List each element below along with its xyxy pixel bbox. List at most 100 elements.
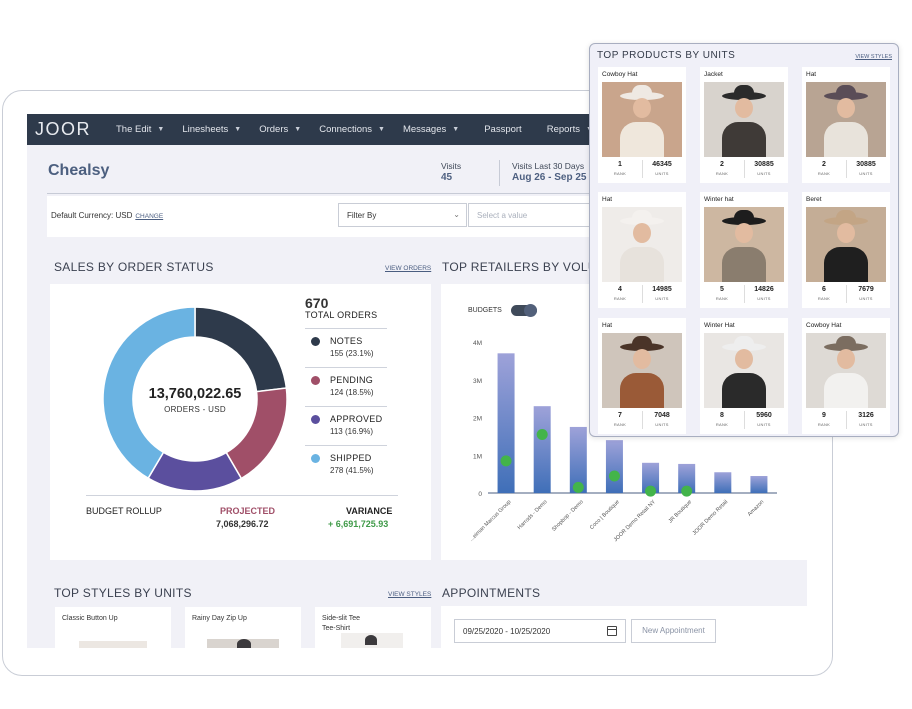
product-image (602, 82, 682, 157)
donut-slice-notes[interactable] (194, 306, 288, 393)
product-name: Cowboy Hat (602, 71, 638, 78)
legend-shipped-label: SHIPPED (330, 453, 372, 463)
product-rank: 1 (618, 161, 622, 168)
legend-dot-approved (311, 415, 320, 424)
filter-by-select[interactable]: Filter By ⌄ (338, 203, 467, 227)
retailers-section-title: TOP RETAILERS BY VOLU (442, 260, 597, 274)
x-tick-label: Shopbop - Demo (551, 499, 585, 533)
legend-approved-label: APPROVED (330, 414, 383, 424)
nav-messages[interactable]: Messages ▼ (394, 124, 468, 135)
product-name: Cowboy Hat (806, 322, 842, 329)
y-tick-label: 3M (473, 378, 482, 385)
chevron-down-icon: ▼ (378, 126, 385, 133)
product-image (704, 82, 784, 157)
sales-card: 13,760,022.65 ORDERS - USD 670 TOTAL ORD… (50, 284, 431, 560)
product-card[interactable]: Jacket 2 30885 RANK UNITS (700, 67, 788, 183)
product-units: 30885 (856, 161, 876, 168)
product-card[interactable]: Winter Hat 8 5960 RANK UNITS (700, 318, 788, 434)
style-card[interactable]: Classic Button Up (55, 607, 171, 648)
budget-rollup-label: BUDGET ROLLUP (86, 506, 162, 516)
budget-point[interactable] (608, 470, 620, 482)
x-tick-label: ...eiman Marcus Group (469, 499, 513, 543)
product-name: Beret (806, 196, 822, 203)
filter-value-input[interactable]: Select a value (468, 203, 607, 227)
x-tick-label: JR Boutique (668, 499, 693, 524)
product-units: 14826 (754, 286, 774, 293)
legend-notes-detail: 155 (23.1%) (330, 349, 374, 358)
product-card[interactable]: Beret 6 7679 RANK UNITS (802, 192, 890, 308)
retailer-bar[interactable] (750, 476, 768, 493)
product-name: Hat (806, 71, 817, 78)
top-products-view-styles-link[interactable]: VIEW STYLES (855, 54, 892, 60)
product-units: 30885 (754, 161, 774, 168)
rank-label: RANK (817, 296, 831, 301)
style-name: Classic Button Up (62, 615, 118, 622)
calendar-icon[interactable] (607, 626, 617, 636)
top-products-title: TOP PRODUCTS BY UNITS (597, 50, 736, 61)
visits30-label: Visits Last 30 Days (512, 161, 585, 171)
budget-point[interactable] (500, 455, 512, 467)
units-label: UNITS (655, 296, 669, 301)
rank-label: RANK (715, 171, 729, 176)
appointment-date-range-input[interactable]: 09/25/2020 - 10/25/2020 (454, 619, 626, 643)
budget-point[interactable] (536, 428, 548, 440)
nav-the-edit[interactable]: The Edit ▼ (107, 124, 173, 135)
filter-bar: Default Currency: USD CHANGE Filter By ⌄ S… (47, 196, 607, 237)
legend-dot-notes (311, 337, 320, 346)
visits30-value: Aug 26 - Sep 25 (512, 172, 587, 183)
product-card[interactable]: Hat 7 7048 RANK UNITS (598, 318, 686, 434)
joor-logo[interactable]: JOOR (35, 119, 107, 140)
x-tick-label: Harrods - Demo (517, 499, 549, 531)
appointments-section-title: APPOINTMENTS (442, 586, 541, 600)
retailer-bar[interactable] (533, 406, 551, 493)
product-card[interactable]: Hat 2 30885 RANK UNITS (802, 67, 890, 183)
nav-connections[interactable]: Connections ▼ (310, 124, 394, 135)
product-units: 7048 (654, 412, 670, 419)
total-orders-value: 670 (305, 295, 329, 311)
budget-point[interactable] (572, 481, 584, 493)
nav-linesheets[interactable]: Linesheets ▼ (173, 124, 250, 135)
style-card[interactable]: Rainy Day Zip Up (185, 607, 301, 648)
retailer-bar[interactable] (605, 440, 623, 493)
style-name: Side-slit Tee Tee-Shirt (322, 615, 361, 632)
currency-text: Default Currency: USD CHANGE (51, 211, 164, 220)
nav-orders[interactable]: Orders ▼ (250, 124, 310, 135)
sales-section-title: SALES BY ORDER STATUS (54, 260, 214, 274)
product-card[interactable]: Cowboy Hat 1 46345 RANK UNITS (598, 67, 686, 183)
product-image (602, 207, 682, 282)
product-rank: 9 (822, 412, 826, 419)
legend-approved-detail: 113 (16.9%) (330, 427, 373, 436)
product-image (704, 333, 784, 408)
y-tick-label: 4M (473, 340, 482, 347)
retailer-bar[interactable] (714, 472, 732, 493)
product-units: 3126 (858, 412, 874, 419)
change-currency-link[interactable]: CHANGE (135, 213, 163, 220)
retailer-bar[interactable] (497, 353, 515, 493)
style-card[interactable]: Side-slit Tee Tee-Shirt (315, 607, 431, 648)
nav-passport[interactable]: Passport (468, 124, 538, 135)
view-styles-link[interactable]: VIEW STYLES (388, 591, 431, 598)
product-card[interactable]: Winter hat 5 14826 RANK UNITS (700, 192, 788, 308)
style-image (79, 641, 147, 648)
budget-point[interactable] (681, 485, 693, 497)
y-tick-label: 2M (473, 416, 482, 423)
total-orders-label: TOTAL ORDERS (305, 310, 378, 320)
chevron-down-icon: ▼ (294, 126, 302, 133)
product-card[interactable]: Hat 4 14985 RANK UNITS (598, 192, 686, 308)
product-card[interactable]: Cowboy Hat 9 3126 RANK UNITS (802, 318, 890, 434)
budget-point[interactable] (645, 485, 657, 497)
units-label: UNITS (655, 171, 669, 176)
total-caption: ORDERS - USD (164, 405, 226, 414)
units-label: UNITS (757, 171, 771, 176)
styles-section-title: TOP STYLES BY UNITS (54, 586, 192, 600)
units-label: UNITS (859, 296, 873, 301)
style-image (341, 633, 403, 648)
header-divider (499, 160, 500, 186)
y-tick-label: 0 (478, 491, 482, 498)
view-orders-link[interactable]: VIEW ORDERS (385, 265, 431, 272)
product-name: Winter hat (704, 196, 734, 203)
new-appointment-button[interactable]: New Appointment (631, 619, 716, 643)
product-rank: 2 (720, 161, 724, 168)
x-tick-label: Amazon (747, 499, 766, 518)
donut-slice-approved[interactable] (147, 451, 243, 492)
